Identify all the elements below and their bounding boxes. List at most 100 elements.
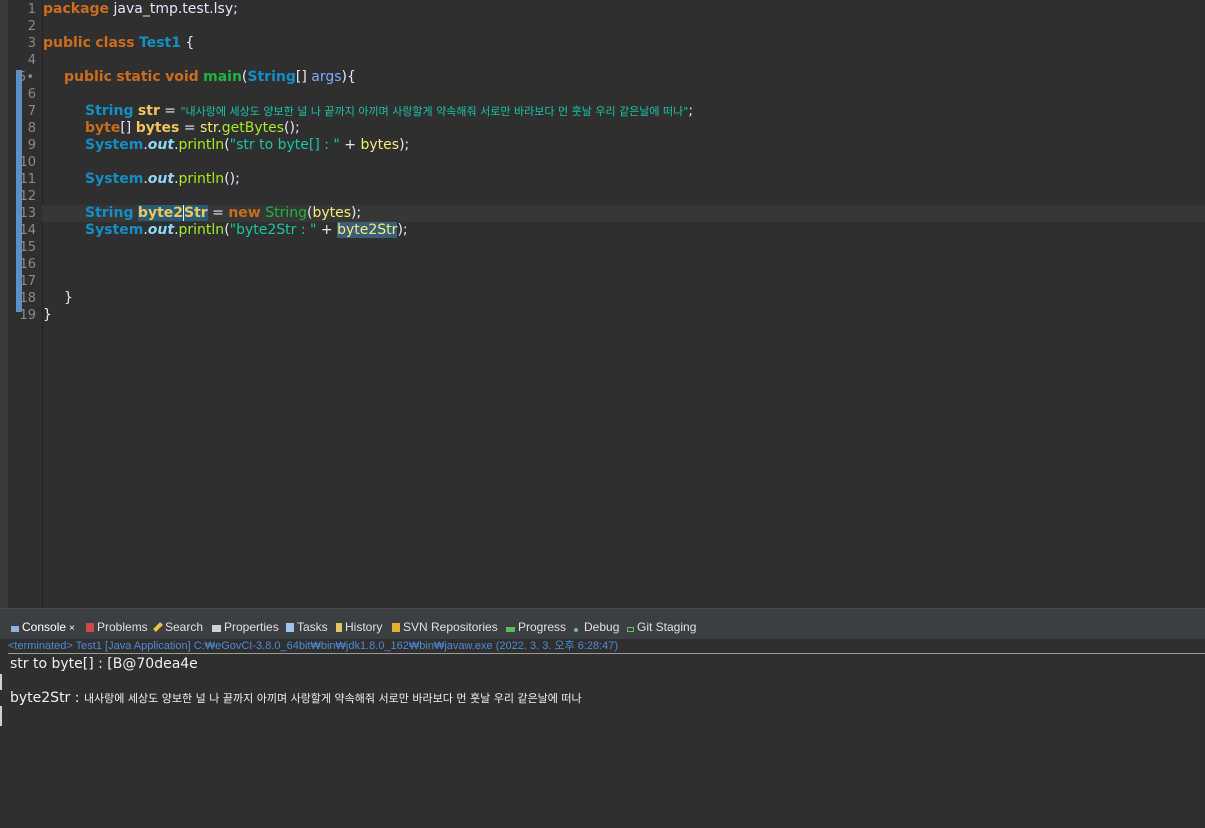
tab-svn-repositories[interactable]: SVN Repositories [392, 618, 498, 636]
line-number: 1 [27, 2, 36, 17]
variable-ref: byte2Str [337, 222, 398, 238]
keyword: new [228, 205, 261, 221]
tab-tasks[interactable]: Tasks [286, 618, 328, 636]
paren: ); [397, 222, 408, 238]
param-name: args [311, 69, 342, 85]
line-number: 10 [19, 155, 36, 170]
paren: (); [284, 120, 300, 136]
line-number: 11 [19, 172, 36, 187]
console-icon [11, 626, 19, 632]
variable-ref: bytes [360, 137, 400, 153]
type-name: String [247, 69, 296, 85]
line-number: 16 [19, 257, 36, 272]
code-line-9: System.out.println("str to byte[] : " + … [42, 137, 1205, 154]
console-output-line: str to byte[] : [B@70dea4e [10, 656, 198, 672]
variable-name: bytes [135, 120, 180, 136]
code-line-5: public static void main(String[] args){ [42, 69, 1205, 86]
tasks-icon [286, 623, 294, 632]
keyword: public [64, 69, 112, 85]
console-output-line: byte2Str : 내사랑에 세상도 양보한 널 나 끝까지 아끼며 사랑할게… [10, 690, 582, 706]
progress-icon [506, 627, 515, 632]
bracket: [] [295, 69, 312, 85]
tab-properties[interactable]: Properties [212, 618, 279, 636]
string-literal: "byte2Str : " [229, 222, 317, 238]
close-icon[interactable]: × [69, 623, 75, 634]
properties-icon [212, 625, 221, 632]
operator: = [159, 103, 181, 119]
class-name: Test1 [139, 35, 181, 51]
tab-console[interactable]: Console × [11, 618, 75, 636]
code-line-7: String str = "내사랑에 세상도 양보한 널 나 끝까지 아끼며 사… [42, 103, 1205, 120]
operator: = [207, 205, 229, 221]
operator: + [316, 222, 338, 238]
code-line-1: package java_tmp.test.lsy; [42, 1, 1205, 18]
keyword: package [43, 1, 110, 17]
tab-search[interactable]: Search [153, 618, 203, 636]
code-line-8: byte[] bytes = str.getBytes(); [42, 120, 1205, 137]
code-line-18: } [42, 290, 1205, 307]
class-ref: String [260, 205, 307, 221]
paren: (); [224, 171, 240, 187]
search-icon [153, 622, 163, 632]
code-editor[interactable]: 1 2 3 4 5• 6 7 8 9 10 11 12 13 14 15 16 … [0, 0, 1205, 608]
tab-debug[interactable]: Debug [574, 618, 619, 636]
closing-brace: } [64, 290, 73, 306]
tab-progress[interactable]: Progress [506, 618, 566, 636]
line-number: 9 [27, 138, 36, 153]
static-field: out [147, 171, 175, 187]
class-ref: System [85, 222, 144, 238]
variable-ref: str [200, 120, 218, 136]
line-number: 13 [19, 206, 36, 221]
operator: + [339, 137, 361, 153]
type-name: String [85, 205, 134, 221]
history-icon [336, 623, 342, 632]
method-call: println [178, 222, 225, 238]
tab-git-staging[interactable]: Git Staging [627, 618, 696, 636]
code-line-13: String byte2Str = new String(bytes); [42, 205, 1205, 222]
line-number: 6 [27, 87, 36, 102]
line-number: 15 [19, 240, 36, 255]
line-number: 3 [27, 36, 36, 51]
line-number: 14 [19, 223, 36, 238]
method-call: println [178, 137, 225, 153]
override-marker-icon: • [26, 70, 34, 85]
line-number: 7 [27, 104, 36, 119]
keyword: byte [85, 120, 121, 136]
string-literal: "내사랑에 세상도 양보한 널 나 끝까지 아끼며 사랑할게 약속해줘 서로만 … [180, 105, 689, 118]
console-panel[interactable]: Console × Problems Search Properties Task… [0, 608, 1205, 828]
semicolon: ; [688, 103, 694, 119]
variable-name: byte2Str [137, 205, 208, 221]
line-number: 19 [19, 308, 36, 323]
code-line-14: System.out.println("byte2Str : " + byte2… [42, 222, 1205, 239]
static-field: out [147, 137, 175, 153]
line-number: 4 [27, 53, 36, 68]
svn-icon [392, 623, 400, 632]
type-name: String [85, 103, 134, 119]
tab-problems[interactable]: Problems [86, 618, 148, 636]
code-area[interactable]: package java_tmp.test.lsy; public class … [42, 0, 1205, 608]
console-side-mark [0, 706, 2, 726]
line-number: 17 [19, 274, 36, 289]
problems-icon [86, 623, 94, 632]
operator: = [179, 120, 201, 136]
brace: { [180, 35, 195, 51]
line-number: 12 [19, 189, 36, 204]
keyword: void [165, 69, 199, 85]
method-call: println [178, 171, 225, 187]
line-number: 8 [27, 121, 36, 136]
keyword: class [95, 35, 135, 51]
line-number: 18 [19, 291, 36, 306]
string-literal: "str to byte[] : " [229, 137, 340, 153]
console-side-mark [0, 674, 2, 690]
line-number: 5• [18, 70, 34, 85]
tab-history[interactable]: History [336, 618, 382, 636]
keyword: public [43, 35, 91, 51]
method-call: getBytes [221, 120, 285, 136]
editor-left-strip [0, 0, 8, 608]
code-line-3: public class Test1 { [42, 35, 1205, 52]
text-cursor: S [183, 205, 195, 221]
console-tab-bar: Console × Problems Search Properties Task… [0, 608, 1205, 639]
code-line-19: } [42, 307, 1205, 324]
package-name: java_tmp.test.lsy; [109, 1, 238, 17]
bracket: [] [120, 120, 136, 136]
